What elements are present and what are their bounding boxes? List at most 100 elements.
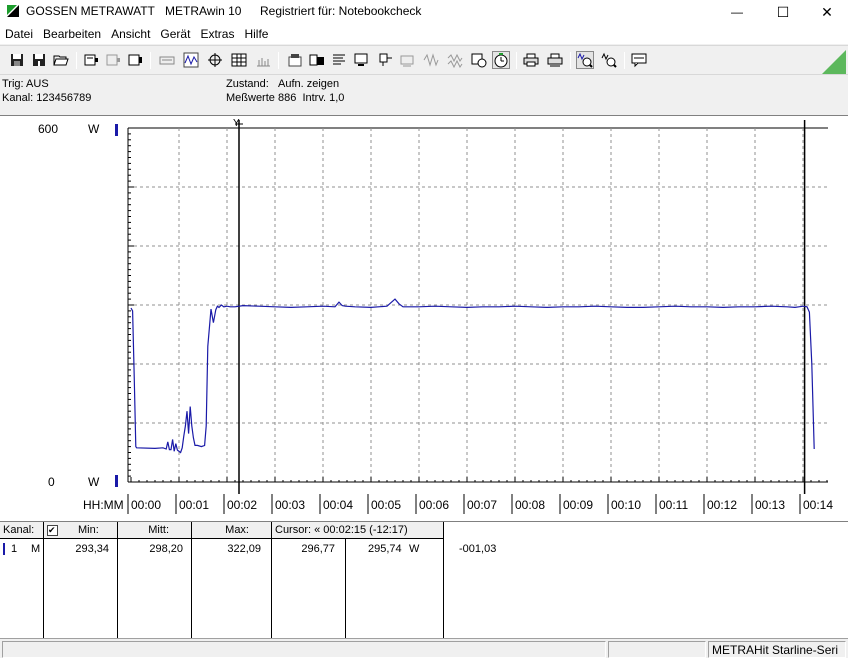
menu-hilfe[interactable]: Hilfe [239, 24, 273, 44]
header-min-label: Min: [78, 524, 99, 536]
device-disabled-icon [106, 54, 120, 66]
menu-datei[interactable]: Datei [0, 24, 38, 44]
maximize-button[interactable]: ☐ [760, 0, 806, 24]
row-max: 322,09 [227, 543, 261, 555]
save-as-button[interactable] [30, 51, 48, 69]
x-tick-label: 00:06 [419, 498, 449, 512]
app-logo-icon [6, 4, 20, 18]
close-button[interactable]: ✕ [804, 0, 848, 24]
menu-bar: Datei Bearbeiten Ansicht Gerät Extras Hi… [0, 24, 848, 44]
header-mitt: Mitt: [118, 522, 192, 539]
window-company-title: GOSSEN METRAWATT [26, 4, 155, 18]
menu-geraet[interactable]: Gerät [155, 24, 195, 44]
print-preview-button[interactable] [546, 51, 564, 69]
waveform-grid-icon [183, 52, 199, 68]
x-tick-label: 00:05 [371, 498, 401, 512]
import-button[interactable] [308, 51, 326, 69]
printer-icon [523, 53, 539, 67]
row-max-cell: 322,09 [192, 539, 272, 639]
device-connect-icon [128, 54, 142, 66]
waveform-grid-button[interactable] [182, 51, 200, 69]
channel-color-indicator [3, 543, 5, 555]
export-button[interactable] [286, 51, 304, 69]
save-button[interactable] [8, 51, 26, 69]
power-series-line [130, 298, 815, 454]
toolbar [0, 45, 848, 75]
save-as-icon [33, 54, 45, 66]
state-info: Zustand: Aufn. zeigen Meßwerte 886 Intrv… [226, 77, 344, 105]
stats-table: Kanal: ✔ Min: Mitt: Max: Cursor: « 00:02… [0, 521, 848, 639]
y-top-marker[interactable] [115, 124, 118, 136]
x-tick-label: 00:10 [611, 498, 641, 512]
record-settings-button[interactable] [470, 51, 488, 69]
print-button[interactable] [522, 51, 540, 69]
multi-wave-disabled-button[interactable] [446, 51, 464, 69]
header-kanal: Kanal: [0, 522, 44, 539]
comment-icon [631, 53, 647, 68]
minimize-icon: — [731, 5, 743, 19]
wave-disabled-icon [423, 53, 439, 67]
probe-button[interactable] [376, 51, 394, 69]
messwerte-count: Meßwerte 886 [226, 92, 297, 104]
table-icon [231, 53, 247, 67]
row-kanal-cell[interactable]: 1 M [0, 539, 44, 639]
row-unit: W [409, 543, 420, 555]
menu-ansicht[interactable]: Ansicht [106, 24, 155, 44]
row-min-cell: 293,34 [44, 539, 118, 639]
printer-disabled-icon [400, 55, 414, 67]
device-button[interactable] [82, 51, 100, 69]
x-tick-label: 00:00 [131, 498, 161, 512]
import-icon [309, 54, 324, 66]
row-mitt-cell: 298,20 [118, 539, 192, 639]
menu-bearbeiten[interactable]: Bearbeiten [38, 24, 106, 44]
bar-chart-button[interactable] [254, 51, 272, 69]
x-tick-label: 00:02 [227, 498, 257, 512]
zoom-in-button[interactable] [576, 51, 594, 69]
printer-disabled-button[interactable] [398, 51, 416, 69]
plot-panel[interactable]: 600 W 0 W HH:MM Y 00:0000:0100:0200:0300… [0, 115, 848, 522]
interval-value: Intrv. 1,0 [302, 92, 345, 104]
header-max: Max: [192, 522, 272, 539]
x-tick-label: 00:08 [515, 498, 545, 512]
x-tick-label: 00:04 [323, 498, 353, 512]
device-disabled-button[interactable] [104, 51, 122, 69]
list-icon [333, 54, 345, 65]
row-cursor-b-cell: 295,74 W [346, 539, 444, 639]
monitor-button[interactable] [352, 51, 370, 69]
menu-extras[interactable]: Extras [195, 24, 239, 44]
keyboard-button[interactable] [158, 51, 176, 69]
printer-preview-icon [547, 53, 563, 67]
maximize-icon: ☐ [776, 3, 790, 20]
row-mode: M [31, 543, 41, 555]
comment-button[interactable] [630, 51, 648, 69]
row-cursor-b: 295,74 [368, 543, 402, 555]
close-icon: ✕ [821, 3, 833, 20]
x-tick-label: 00:14 [803, 498, 833, 512]
bar-chart-icon [257, 58, 270, 67]
device-connect-button[interactable] [126, 51, 144, 69]
y-top-label: 600 [38, 122, 58, 136]
zustand-label: Zustand: [226, 78, 269, 90]
zoom-out-button[interactable] [600, 51, 618, 69]
header-check-icon[interactable]: ✔ [47, 525, 58, 536]
table-view-button[interactable] [230, 51, 248, 69]
crosshair-button[interactable] [206, 51, 224, 69]
timer-button[interactable] [492, 51, 510, 69]
window-registered-title: Registriert für: Notebookcheck [260, 4, 422, 18]
y-bottom-marker[interactable] [115, 475, 118, 487]
power-chart[interactable]: 600 W 0 W HH:MM Y 00:0000:0100:0200:0300… [0, 116, 848, 522]
list-button[interactable] [330, 51, 348, 69]
wave-disabled-button[interactable] [422, 51, 440, 69]
x-tick-label: 00:11 [659, 498, 688, 512]
x-tick-label: 00:12 [707, 498, 737, 512]
y-top-unit: W [88, 122, 100, 136]
window-app-title: METRAwin 10 [165, 4, 242, 18]
open-button[interactable] [52, 51, 70, 69]
x-axis-label: HH:MM [83, 498, 124, 512]
row-kanal: 1 [11, 543, 18, 555]
zoom-out-icon [601, 52, 617, 68]
header-cursor: Cursor: « 00:02:15 (-12:17) [272, 522, 444, 539]
minimize-button[interactable]: — [714, 0, 760, 24]
y-bottom-unit: W [88, 475, 100, 489]
keyboard-icon [159, 56, 175, 65]
